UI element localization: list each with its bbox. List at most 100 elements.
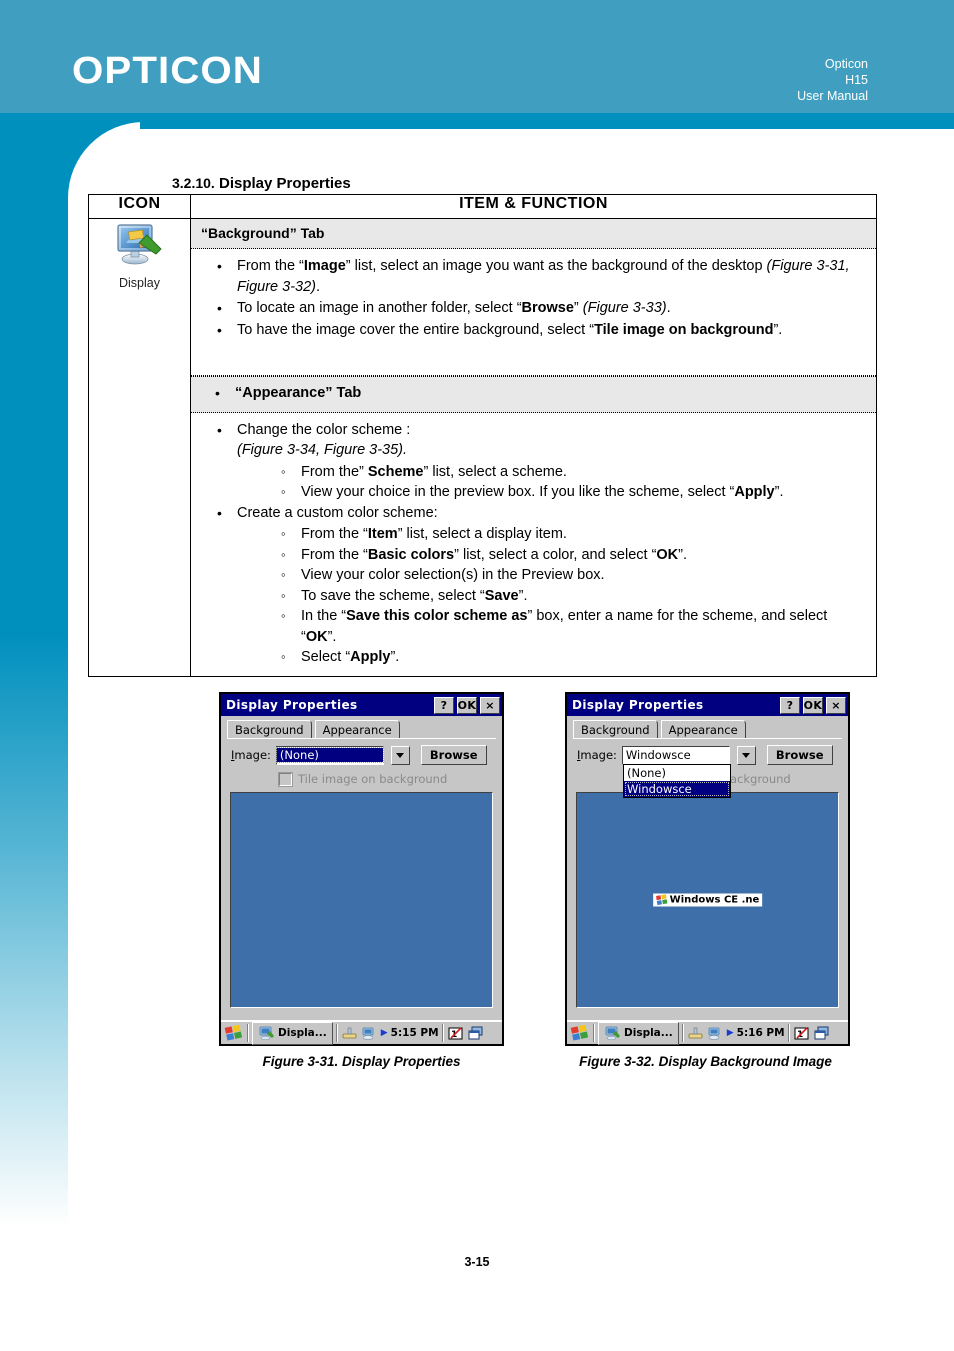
page-number: 3-15 (464, 1255, 490, 1269)
image-combo-2[interactable]: Windowsce (621, 745, 730, 765)
image-row-1: Image: (None) Browse (221, 739, 502, 765)
background-preview-1 (230, 792, 493, 1008)
section-number: 3.2.10. (172, 175, 215, 191)
table-header-row: ICON ITEM & FUNCTION (88, 194, 877, 219)
taskbar-arrow-icon-2[interactable]: ▶ (727, 1028, 734, 1038)
help-button-1[interactable]: ? (434, 696, 454, 714)
change-scheme-line2: (Figure 3-34, Figure 3-35). (237, 442, 408, 458)
taskbar-clock-2: 5:16 PM (736, 1027, 785, 1039)
display-settings-icon-small-2 (605, 1026, 620, 1040)
list-item: To have the image cover the entire backg… (203, 320, 864, 341)
taskbar-separator-1c (441, 1024, 444, 1042)
list-item: “Appearance” Tab (201, 383, 866, 404)
list-item: To save the scheme, select “Save”. (203, 586, 864, 607)
background-tab-heading: “Background” Tab (191, 219, 876, 249)
image-label-1: Image: (231, 748, 271, 762)
taskbar-task-1[interactable]: Displa... (252, 1021, 333, 1045)
window-titlebar-2: Display Properties ? OK × (567, 694, 848, 716)
browse-button-2[interactable]: Browse (766, 745, 833, 765)
taskbar-separator-2 (593, 1024, 595, 1042)
image-combo-value-1: (None) (275, 747, 384, 763)
taskbar-clock-1: 5:15 PM (390, 1027, 439, 1039)
tab-background-1[interactable]: Background (227, 720, 312, 738)
windows-cascade-icon-1[interactable] (467, 1025, 484, 1042)
image-row-2: Image: Windowsce Browse (None) Windowsce (567, 739, 848, 798)
custom-scheme-sublist: From the “Item” list, select a display i… (203, 524, 864, 668)
preview-wrap-2: Windows CE .ne (567, 786, 848, 1008)
change-scheme-sublist: From the” Scheme” list, select a scheme.… (203, 462, 864, 503)
icon-function-table: ICON ITEM & FUNCTION Display “Background… (88, 194, 877, 677)
icon-cell: Display (88, 218, 191, 677)
window-titlebar-1: Display Properties ? OK × (221, 694, 502, 716)
chevron-down-icon-1[interactable] (390, 745, 410, 765)
display-properties-window-2: Display Properties ? OK × Background App… (565, 692, 850, 1046)
close-button-2[interactable]: × (826, 696, 846, 714)
close-button-1[interactable]: × (480, 696, 500, 714)
windows-cascade-icon-2[interactable] (813, 1025, 830, 1042)
tab-appearance-2[interactable]: Appearance (660, 720, 746, 738)
appearance-heading-list: “Appearance” Tab (201, 383, 866, 404)
figure-3-31: Display Properties ? OK × Background App… (219, 692, 504, 1069)
windows-ce-badge-text: Windows CE .ne (669, 894, 760, 906)
section-heading: 3.2.10. Display Properties (172, 175, 351, 192)
windows-ce-logo-badge: Windows CE .ne (652, 893, 763, 907)
start-button-icon-2[interactable] (570, 1024, 590, 1042)
list-item: From the “Item” list, select a display i… (203, 524, 864, 545)
help-button-2[interactable]: ? (780, 696, 800, 714)
dropdown-option-windowsce[interactable]: Windowsce (624, 781, 730, 797)
ok-button-1[interactable]: OK (457, 696, 477, 714)
tile-checkbox-row-1[interactable]: Tile image on background (221, 765, 502, 787)
ok-button-2[interactable]: OK (803, 696, 823, 714)
window-title-2: Display Properties (572, 698, 704, 712)
tab-appearance-1[interactable]: Appearance (314, 720, 400, 738)
list-item: From the “Basic colors” list, select a c… (203, 545, 864, 566)
taskbar-2: Displa... ▶ 5:16 PM 1 (567, 1020, 848, 1045)
taskbar-arrow-icon-1[interactable]: ▶ (381, 1028, 388, 1038)
tab-background-2[interactable]: Background (573, 720, 658, 738)
custom-scheme-line1: Create a custom color scheme: (237, 504, 438, 521)
start-button-icon-1[interactable] (224, 1024, 244, 1042)
image-combo-1[interactable]: (None) (275, 745, 384, 765)
tile-checkbox-label-1: Tile image on background (298, 772, 448, 786)
display-properties-window-1: Display Properties ? OK × Background App… (219, 692, 504, 1046)
page-content: 3.2.10. Display Properties ICON ITEM & F… (0, 0, 954, 1351)
display-icon-label: Display (119, 276, 160, 290)
list-item: Select “Apply”. (203, 647, 864, 668)
table-row: Display “Background” Tab From the “Image… (88, 218, 877, 677)
dropdown-option-none[interactable]: (None) (624, 765, 730, 781)
signature-pad-icon-1[interactable]: 1 (447, 1025, 464, 1042)
tile-checkbox-1[interactable] (278, 771, 293, 787)
taskbar-separator-1b (335, 1024, 338, 1042)
tile-checkbox-label-2: ackground (730, 772, 791, 786)
list-item: From the “Image” list, select an image y… (203, 256, 864, 297)
signature-pad-icon-2[interactable]: 1 (793, 1025, 810, 1042)
custom-scheme-list: Create a custom color scheme: (203, 503, 864, 524)
tab-strip-2: Background Appearance (567, 716, 848, 738)
background-bullets-block: From the “Image” list, select an image y… (191, 249, 876, 376)
window-title-1: Display Properties (226, 698, 358, 712)
taskbar-separator-1 (247, 1024, 249, 1042)
figure-caption-31: Figure 3-31. Display Properties (262, 1054, 461, 1069)
figure-3-32: Display Properties ? OK × Background App… (565, 692, 850, 1069)
keyboard-icon-1[interactable] (341, 1025, 358, 1042)
list-item: Create a custom color scheme: (203, 503, 864, 524)
keyboard-icon-2[interactable] (687, 1025, 704, 1042)
header-item-function: ITEM & FUNCTION (190, 194, 877, 219)
appearance-tab-heading: “Appearance” Tab (191, 376, 876, 413)
taskbar-task-2[interactable]: Displa... (598, 1021, 679, 1045)
image-combo-value-2: Windowsce (625, 748, 691, 762)
windows-flag-icon (655, 894, 667, 906)
appearance-bullet-list: Change the color scheme : (Figure 3-34, … (203, 420, 864, 461)
taskbar-separator-2c (787, 1024, 790, 1042)
network-icon-2[interactable] (707, 1025, 724, 1042)
background-tab-heading-text: “Background” Tab (201, 225, 325, 241)
image-dropdown-list[interactable]: (None) Windowsce (623, 764, 731, 798)
network-icon-1[interactable] (361, 1025, 378, 1042)
background-bullet-list: From the “Image” list, select an image y… (203, 256, 864, 340)
display-settings-icon-small-1 (259, 1026, 274, 1040)
section-title: Display Properties (219, 175, 351, 192)
browse-button-1[interactable]: Browse (420, 745, 487, 765)
list-item: View your choice in the preview box. If … (203, 482, 864, 503)
chevron-down-icon-2[interactable] (736, 745, 756, 765)
list-item: View your color selection(s) in the Prev… (203, 565, 864, 586)
